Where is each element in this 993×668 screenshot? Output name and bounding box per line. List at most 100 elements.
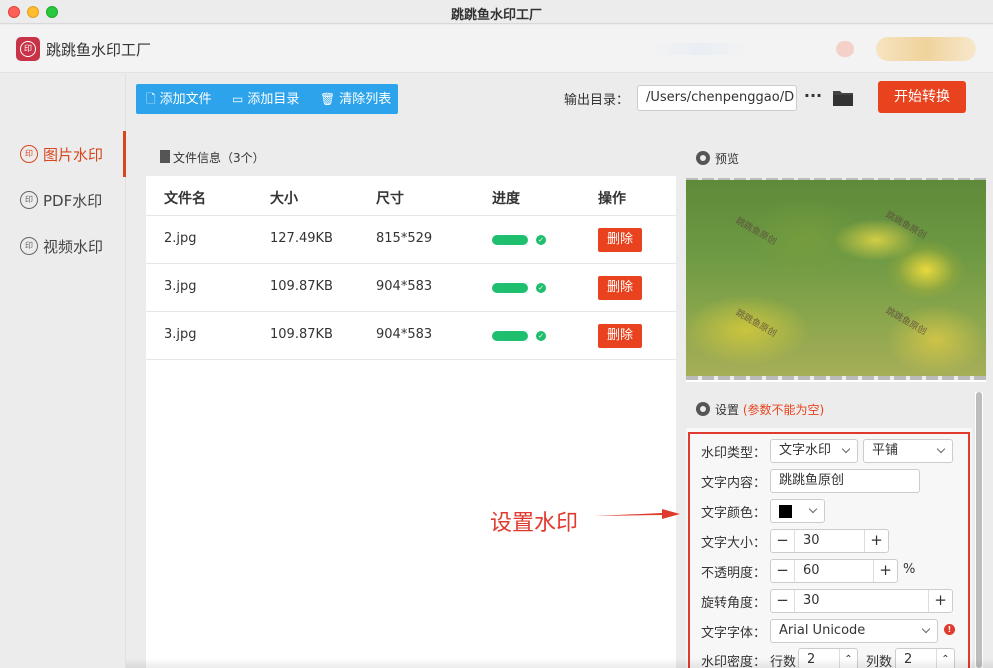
file-size: 109.87KB [270,327,333,342]
preview-title: 预览 [715,152,740,166]
check-icon: ✓ [536,283,546,293]
watermark-type-label: 水印类型： [701,446,767,461]
settings-required-note: (参数不能为空) [742,403,825,417]
delete-button[interactable]: 删除 [598,228,642,252]
delete-button[interactable]: 删除 [598,276,642,300]
decrement-button[interactable]: − [771,590,795,612]
file-panel-title: 文件信息（3个） [173,151,265,165]
settings-title: 设置 (参数不能为空) [715,403,825,417]
table-row: 3.jpg 109.87KB 904*583 ✓ 删除 [146,312,676,360]
column-header-progress: 进度 [492,191,520,207]
progress-bar [492,235,528,245]
opacity-value[interactable]: 60 [803,563,820,578]
increment-button[interactable]: + [928,590,952,612]
chevron-down-icon [841,444,851,454]
preview-panel: 预览 跳跳鱼原创 跳跳鱼原创 跳跳鱼原创 跳跳鱼原创 [686,138,986,382]
watermark-type-select[interactable]: 文字水印 [770,439,858,463]
add-folder-button[interactable]: ▭ 添加目录 [232,84,299,114]
watermark-icon: 印 [20,145,38,163]
color-swatch [779,505,792,518]
output-dir-field[interactable]: /Users/chenpenggao/D [637,85,797,111]
header-promo-button[interactable] [876,37,976,61]
clear-list-button[interactable]: 🗑 清除列表 [320,84,391,114]
check-icon: ✓ [536,331,546,341]
file-size: 109.87KB [270,279,333,294]
sidebar: 印 图片水印 印 PDF水印 印 视频水印 [0,74,126,668]
text-content-input[interactable]: 跳跳鱼原创 [770,469,920,493]
output-dir-label: 输出目录： [564,93,630,108]
image-border-bottom [686,376,986,380]
sidebar-item-image-watermark[interactable]: 印 图片水印 [0,131,126,177]
text-size-stepper[interactable]: − 30 + [770,529,889,553]
sidebar-item-pdf-watermark[interactable]: 印 PDF水印 [0,177,126,223]
chevron-down-icon [936,444,946,454]
start-convert-button[interactable]: 开始转换 [878,81,966,113]
more-options-button[interactable]: ··· [803,86,823,108]
watermark-text: 跳跳鱼原创 [733,216,778,248]
text-size-value[interactable]: 30 [803,533,820,548]
app-name: 跳跳鱼水印工厂 [46,41,152,59]
font-select[interactable]: Arial Unicode [770,619,938,643]
decrement-button[interactable]: − [771,560,795,582]
divider [146,359,676,360]
header-banner [650,43,750,55]
delete-button[interactable]: 删除 [598,324,642,348]
active-indicator [123,131,126,177]
preview-image: 跳跳鱼原创 跳跳鱼原创 跳跳鱼原创 跳跳鱼原创 [686,180,986,376]
watermark-text: 跳跳鱼原创 [733,308,778,340]
check-icon: ✓ [536,235,546,245]
rotation-stepper[interactable]: − 30 + [770,589,953,613]
chevron-down-icon [921,624,931,634]
gear-icon [696,402,710,416]
annotation-label: 设置水印 [490,511,579,536]
title-bar: 跳跳鱼水印工厂 [0,0,993,24]
sidebar-item-label: 图片水印 [43,146,104,164]
rotation-value[interactable]: 30 [803,593,820,608]
app-logo: 印 [16,37,40,61]
file-name: 3.jpg [164,327,197,342]
increment-button[interactable]: + [873,560,897,582]
file-icon: 🗋 [146,92,156,106]
watermark-text: 跳跳鱼原创 [883,306,928,338]
file-dimensions: 904*583 [376,327,433,342]
opacity-label: 不透明度： [701,566,767,581]
sidebar-item-video-watermark[interactable]: 印 视频水印 [0,223,126,269]
file-name: 2.jpg [164,231,197,246]
settings-scrollbar[interactable] [975,392,983,668]
column-header-name: 文件名 [164,191,206,207]
open-folder-icon[interactable] [832,87,854,107]
watermark-icon: 印 [20,237,38,255]
file-list-panel: 文件信息（3个） 文件名 大小 尺寸 进度 操作 2.jpg 127.49KB … [146,138,676,668]
document-icon [160,150,170,163]
watermark-icon: 印 [20,191,38,209]
text-color-picker[interactable] [770,499,825,523]
file-dimensions: 904*583 [376,279,433,294]
file-toolbar: 🗋 添加文件 ▭ 添加目录 🗑 清除列表 [136,84,398,114]
column-header-action: 操作 [598,191,626,207]
text-size-label: 文字大小： [701,536,767,551]
file-dimensions: 815*529 [376,231,433,246]
rotation-label: 旋转角度： [701,596,767,611]
file-size: 127.49KB [270,231,333,246]
watermark-text: 跳跳鱼原创 [883,210,928,242]
header-badge-icon[interactable] [836,41,854,57]
chevron-down-icon [808,504,818,514]
sidebar-item-label: PDF水印 [43,192,103,210]
table-row: 3.jpg 109.87KB 904*583 ✓ 删除 [146,264,676,312]
folder-icon: ▭ [232,92,244,106]
gear-icon [696,151,710,165]
decrement-button[interactable]: − [771,530,795,552]
progress-bar [492,331,528,341]
add-file-button[interactable]: 🗋 添加文件 [146,84,212,114]
column-header-dimensions: 尺寸 [376,191,404,207]
column-header-size: 大小 [270,191,298,207]
layout-mode-select[interactable]: 平铺 [863,439,953,463]
bottom-edge [126,658,993,668]
file-panel-header: 文件信息（3个） [146,138,676,176]
trash-icon: 🗑 [320,92,336,106]
text-color-label: 文字颜色： [701,506,767,521]
text-content-label: 文字内容： [701,476,767,491]
opacity-stepper[interactable]: − 60 + [770,559,898,583]
increment-button[interactable]: + [864,530,888,552]
file-name: 3.jpg [164,279,197,294]
